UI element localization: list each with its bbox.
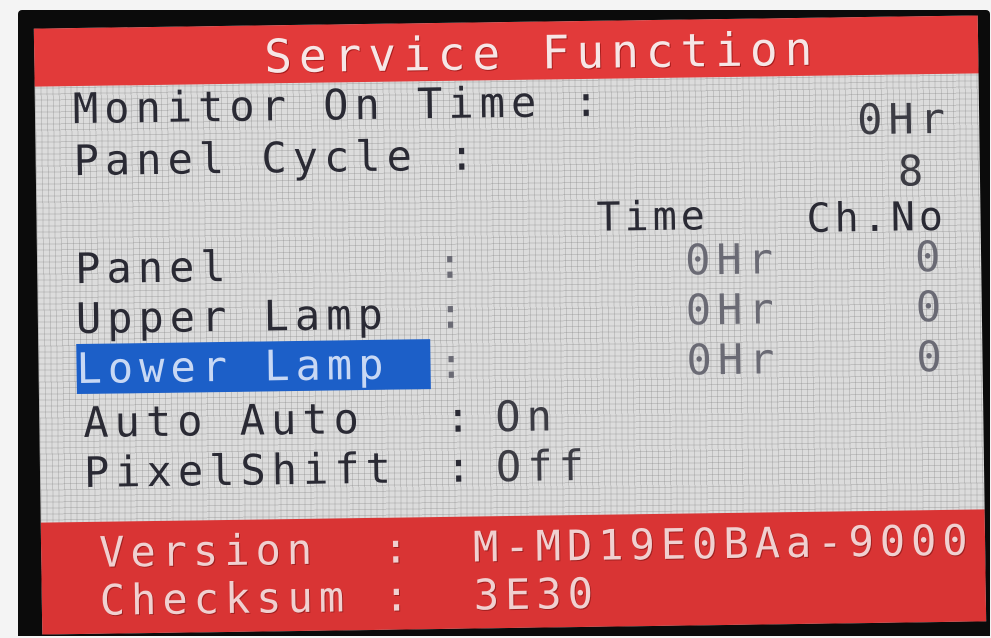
version-label: Version [98,524,319,577]
lower-lamp-ch-value: 0 [916,331,949,382]
panel-label: Panel [74,241,232,294]
pixel-shift-value: Off [495,440,591,492]
panel-cycle-row[interactable]: Panel Cycle : 8 [73,124,954,195]
footer-bar: Version : M-MD19E0BAa-9000 Checksum : 3E… [40,509,987,635]
panel-cycle-label: Panel Cycle : [73,130,481,186]
pixel-shift-label: PixelShift [83,443,398,497]
lower-lamp-label: Lower Lamp [76,339,390,394]
checksum-label: Checksum [99,572,351,625]
panel-ch-value: 0 [914,231,947,282]
upper-lamp-colon: : [437,288,470,339]
service-function-osd: Service Function Monitor On Time : 0Hr P… [33,15,987,635]
auto-auto-colon: : [444,392,477,442]
panel-cycle-value: 8 [897,146,930,196]
panel-colon: : [436,238,469,289]
column-header-time: Time [596,193,710,241]
checksum-colon: : [383,571,416,621]
auto-auto-label: Auto Auto [82,394,366,447]
version-colon: : [382,523,415,573]
lower-lamp-time-value: 0Hr [686,334,781,385]
upper-lamp-ch-value: 0 [915,281,948,332]
checksum-value: 3E30 [473,568,600,620]
pixel-shift-colon: : [445,442,478,492]
monitor-on-time-label: Monitor On Time : [72,76,606,134]
upper-lamp-time-value: 0Hr [685,284,781,335]
lower-lamp-colon: : [438,338,471,388]
panel-time-value: 0Hr [684,234,780,285]
auto-auto-value: On [494,391,559,442]
checksum-row: Checksum : 3E30 [99,564,960,626]
upper-lamp-label: Upper Lamp [75,289,390,344]
